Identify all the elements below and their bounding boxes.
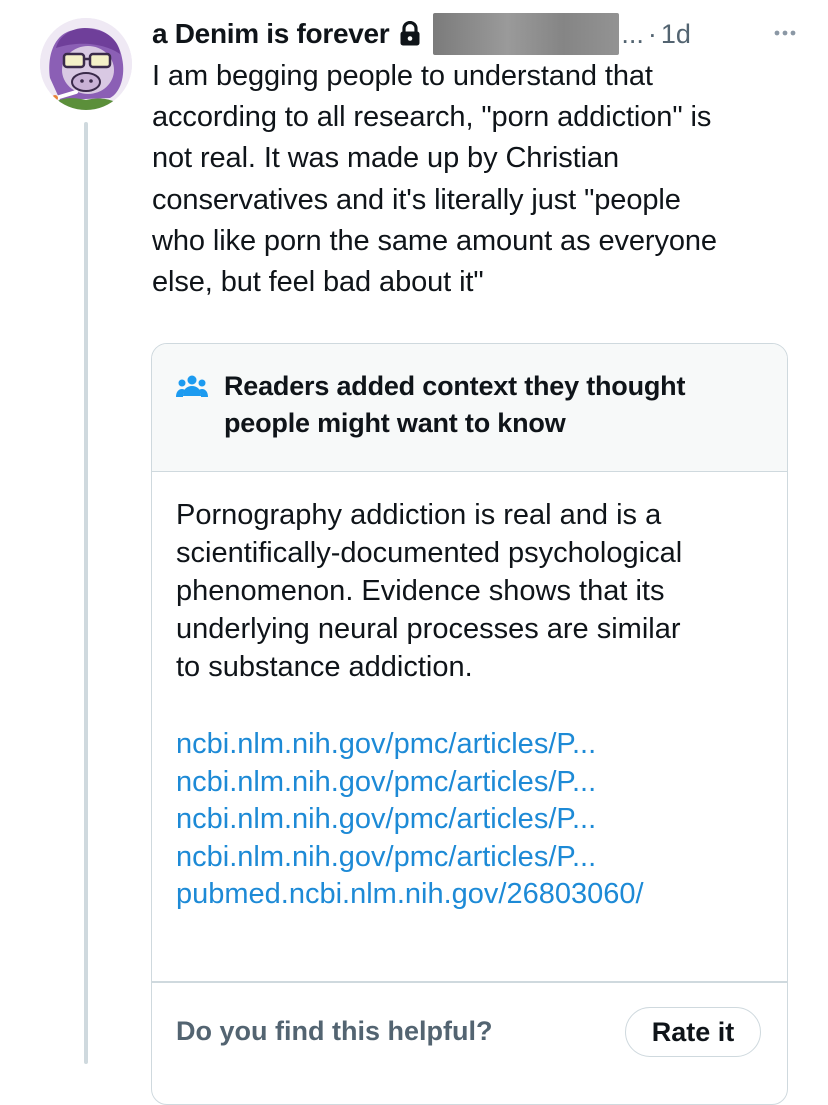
thread-line: [84, 122, 88, 1064]
helpful-prompt: Do you find this helpful?: [176, 1016, 493, 1046]
handle-truncation: ...: [621, 18, 644, 49]
rate-it-button[interactable]: Rate it: [625, 1007, 761, 1057]
community-note-title: Readers added context they thought peopl…: [224, 371, 686, 438]
people-icon: [176, 374, 208, 405]
meta-separator: ·: [647, 18, 657, 49]
tweet-header: a Denim is forever ... · 1d: [152, 13, 802, 55]
source-link[interactable]: pubmed.ncbi.nlm.nih.gov/26803060/: [176, 876, 766, 914]
community-note-header[interactable]: Readers added context they thought peopl…: [152, 344, 787, 472]
lock-icon: [399, 21, 421, 47]
tweet-timestamp[interactable]: 1d: [661, 19, 691, 50]
community-note: Readers added context they thought peopl…: [151, 343, 788, 1105]
source-link[interactable]: ncbi.nlm.nih.gov/pmc/articles/P...: [176, 726, 766, 764]
source-link[interactable]: ncbi.nlm.nih.gov/pmc/articles/P...: [176, 839, 766, 877]
avatar-illustration: [40, 18, 132, 110]
author-name[interactable]: a Denim is forever: [152, 18, 390, 50]
more-icon[interactable]: [768, 16, 802, 50]
avatar[interactable]: [40, 18, 132, 110]
redacted-handle: [433, 13, 620, 55]
source-links: ncbi.nlm.nih.gov/pmc/articles/P... ncbi.…: [176, 726, 766, 914]
community-note-body: Pornography addiction is real and is a s…: [176, 499, 683, 683]
tweet-text: I am begging people to understand that a…: [152, 60, 717, 299]
divider: [152, 981, 787, 983]
source-link[interactable]: ncbi.nlm.nih.gov/pmc/articles/P...: [176, 801, 766, 839]
source-link[interactable]: ncbi.nlm.nih.gov/pmc/articles/P...: [176, 764, 766, 802]
